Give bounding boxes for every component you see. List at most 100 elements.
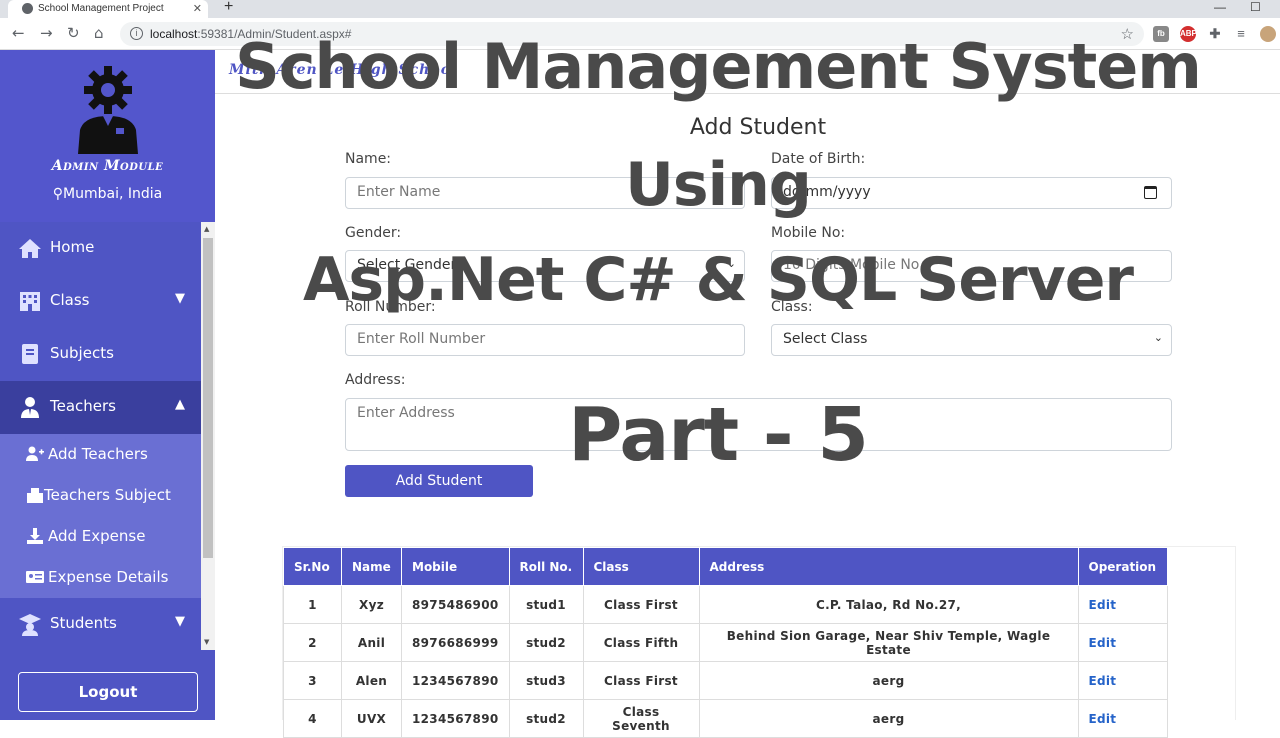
- sidebar-item-label: Class: [50, 291, 90, 309]
- dob-field[interactable]: dd/mm/yyyy: [771, 177, 1172, 209]
- minimize-icon[interactable]: —: [1214, 0, 1226, 14]
- cell-srno: 3: [283, 661, 342, 700]
- cell-roll: stud3: [508, 661, 584, 700]
- scrollbar-thumb[interactable]: [203, 238, 213, 558]
- dob-placeholder: dd/mm/yyyy: [783, 184, 871, 200]
- column-header[interactable]: Roll No.: [508, 547, 584, 586]
- chevron-down-icon: ⌄: [726, 257, 736, 270]
- address-bar[interactable]: i localhost:59381/Admin/Student.aspx# ☆: [120, 22, 1144, 46]
- edit-link[interactable]: Edit: [1077, 585, 1168, 624]
- close-tab-icon[interactable]: ✕: [193, 2, 202, 15]
- forward-icon[interactable]: →: [40, 24, 53, 42]
- calendar-icon[interactable]: [1144, 186, 1157, 199]
- sidebar-subitem-teachers-subject[interactable]: Teachers Subject: [0, 475, 201, 516]
- bookmark-star-icon[interactable]: ☆: [1121, 25, 1134, 43]
- logout-button[interactable]: Logout: [18, 672, 198, 712]
- edit-link[interactable]: Edit: [1077, 623, 1168, 662]
- sidebar-item-subjects[interactable]: Subjects: [0, 328, 201, 381]
- cell-mobile: 8976686999: [401, 623, 510, 662]
- chevron-down-icon: ▼: [175, 614, 185, 629]
- scroll-down-icon[interactable]: ▼: [204, 638, 209, 646]
- edit-link[interactable]: Edit: [1077, 699, 1168, 738]
- sidebar-subitem-add-expense[interactable]: Add Expense: [0, 516, 201, 557]
- sidebar-subitem-add-teachers[interactable]: Add Teachers: [0, 434, 201, 475]
- edit-link[interactable]: Edit: [1077, 661, 1168, 700]
- column-header[interactable]: Sr.No: [283, 547, 342, 586]
- column-header[interactable]: Name: [341, 547, 402, 586]
- scroll-up-icon[interactable]: ▲: [204, 225, 209, 233]
- maximize-icon[interactable]: ☐: [1250, 0, 1261, 14]
- browser-tab-bar: School Management Project ✕ + — ☐: [0, 0, 1280, 18]
- sidebar-nav: Home Class ▼ Subjects Teachers ▲ Add Tea…: [0, 222, 201, 650]
- mobile-field[interactable]: 10 Digits Mobile No: [771, 250, 1172, 282]
- profile-avatar[interactable]: [1260, 26, 1276, 42]
- home-icon: [19, 239, 41, 258]
- browser-toolbar: ← → ↻ ⌂ i localhost:59381/Admin/Student.…: [0, 18, 1280, 50]
- sidebar-item-students[interactable]: Students ▼: [0, 598, 201, 651]
- main-header: Mith Aren Le High Schoo: [215, 50, 1280, 94]
- cell-address: C.P. Talao, Rd No.27,: [698, 585, 1079, 624]
- globe-icon: [22, 3, 33, 14]
- sidebar: Admin Module ⚲Mumbai, India Home Class ▼…: [0, 50, 215, 720]
- info-icon[interactable]: i: [130, 27, 143, 40]
- sidebar-subitem-expense-details[interactable]: Expense Details: [0, 557, 201, 598]
- cell-roll: stud1: [508, 585, 584, 624]
- brand-location-text: Mumbai, India: [63, 186, 163, 202]
- roll-number-field[interactable]: Enter Roll Number: [345, 324, 745, 356]
- cell-mobile: 1234567890: [401, 699, 510, 738]
- school-name: Mith Aren Le High Schoo: [229, 62, 452, 78]
- class-select[interactable]: Select Class ⌄: [771, 324, 1172, 356]
- address-placeholder: Enter Address: [357, 405, 455, 421]
- map-pin-icon: ⚲: [52, 186, 64, 202]
- adblock-icon[interactable]: ABP: [1180, 26, 1197, 42]
- cell-address: aerg: [698, 699, 1079, 738]
- name-label: Name:: [345, 151, 392, 167]
- brand-location: ⚲Mumbai, India: [0, 186, 215, 202]
- url-path: :59381/Admin/Student.aspx#: [197, 27, 352, 41]
- graduation-cap-icon: [19, 614, 41, 636]
- table-row: 4 UVX 1234567890 stud2 Class Seventh aer…: [283, 699, 1168, 738]
- column-header[interactable]: Operation: [1077, 547, 1168, 586]
- students-table: Sr.No Name Mobile Roll No. Class Address…: [283, 547, 1168, 738]
- user-plus-icon: [26, 446, 44, 461]
- column-header[interactable]: Address: [698, 547, 1079, 586]
- gender-select[interactable]: Select Gender ⌄: [345, 250, 745, 282]
- download-icon: [27, 528, 43, 544]
- cell-name: Anil: [341, 623, 402, 662]
- sidebar-item-label: Subjects: [50, 344, 114, 362]
- add-student-button[interactable]: Add Student: [345, 465, 533, 497]
- brand-title: Admin Module: [51, 158, 164, 174]
- new-tab-icon[interactable]: +: [224, 0, 233, 16]
- reload-icon[interactable]: ↻: [67, 24, 80, 42]
- cell-mobile: 1234567890: [401, 661, 510, 700]
- sidebar-item-teachers[interactable]: Teachers ▲: [0, 381, 201, 434]
- sidebar-subitem-label: Expense Details: [48, 568, 169, 586]
- cell-class: Class First: [582, 585, 700, 624]
- column-header[interactable]: Mobile: [401, 547, 510, 586]
- table-row: 3 Alen 1234567890 stud3 Class First aerg…: [283, 661, 1168, 700]
- name-placeholder: Enter Name: [357, 184, 441, 200]
- cell-roll: stud2: [508, 699, 584, 738]
- table-row: 2 Anil 8976686999 stud2 Class Fifth Behi…: [283, 623, 1168, 662]
- chevron-up-icon: ▲: [175, 397, 185, 412]
- sidebar-item-class[interactable]: Class ▼: [0, 275, 201, 328]
- gender-placeholder: Select Gender: [357, 257, 457, 273]
- class-label: Class:: [771, 299, 813, 315]
- reading-list-icon[interactable]: ≡: [1233, 26, 1249, 42]
- puzzle-icon[interactable]: ✚: [1207, 26, 1223, 42]
- sidebar-item-home[interactable]: Home: [0, 222, 201, 275]
- home-browser-icon[interactable]: ⌂: [94, 24, 104, 42]
- browser-tab[interactable]: School Management Project ✕: [8, 0, 208, 18]
- sidebar-scrollbar[interactable]: ▲ ▼: [201, 222, 215, 650]
- cell-name: Alen: [341, 661, 402, 700]
- sidebar-item-label: Teachers: [50, 397, 116, 415]
- cell-class: Class Seventh: [582, 699, 700, 738]
- cell-name: UVX: [341, 699, 402, 738]
- address-field[interactable]: Enter Address: [345, 398, 1172, 451]
- back-icon[interactable]: ←: [12, 24, 25, 42]
- name-field[interactable]: Enter Name: [345, 177, 745, 209]
- extension-icon[interactable]: fb: [1153, 26, 1169, 42]
- cell-srno: 1: [283, 585, 342, 624]
- column-header[interactable]: Class: [582, 547, 700, 586]
- book-icon: [22, 344, 38, 364]
